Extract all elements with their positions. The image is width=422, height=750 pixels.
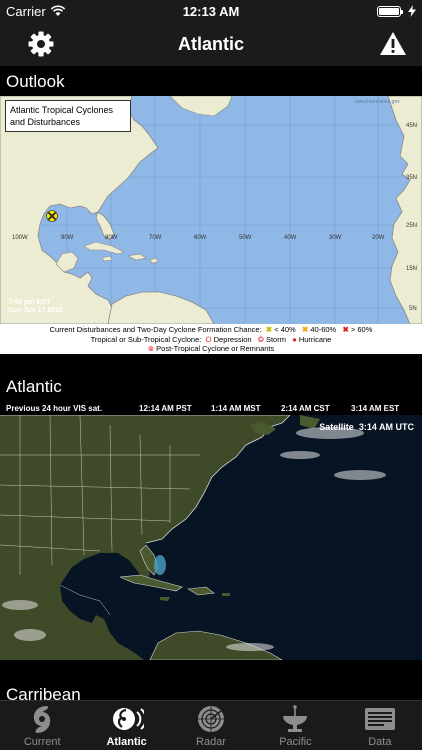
- lat-label-45n: 45N: [406, 123, 417, 129]
- svg-text:90W: 90W: [61, 235, 74, 241]
- map-title-box: Atlantic Tropical Cyclones and Disturban…: [5, 100, 131, 132]
- satellite-time-cst: 2:14 AM CST: [281, 403, 330, 413]
- tab-atlantic[interactable]: Atlantic: [84, 701, 168, 750]
- status-time: 12:13 AM: [182, 3, 240, 19]
- tab-data-label: Data: [368, 736, 392, 748]
- svg-text:20W: 20W: [372, 235, 385, 241]
- battery-icon: [377, 5, 403, 17]
- tab-data[interactable]: Data: [338, 701, 422, 750]
- tab-current[interactable]: Current: [0, 701, 84, 750]
- hurricane-icon: [34, 706, 51, 733]
- lat-label-5n: 5N: [409, 306, 417, 312]
- settings-button[interactable]: [26, 29, 56, 59]
- map-title-line1: Atlantic Tropical Cyclones: [10, 105, 114, 115]
- satellite-time-est: 3:14 AM EST: [351, 403, 400, 413]
- map-stamp-date: Sun Jun 17 2018: [8, 307, 63, 314]
- satellite-time-label: Satellite 3:14 AM UTC: [319, 422, 414, 432]
- legend-high-text: > 60%: [350, 325, 373, 334]
- data-card-icon: [364, 708, 395, 730]
- svg-text:100W: 100W: [12, 235, 28, 241]
- tab-pacific[interactable]: Pacific: [253, 701, 337, 750]
- legend-high-icon: ✖: [342, 325, 349, 334]
- legend-low-text: < 40%: [274, 325, 296, 334]
- legend-line-3: ⊗ Post-Tropical Cyclone or Remnants: [0, 344, 422, 354]
- map-title-line2: and Disturbances: [10, 117, 81, 127]
- section-header-atlantic: Atlantic: [0, 371, 422, 401]
- map-stamp-time: 7:48 pm EDT: [8, 299, 51, 306]
- radar-icon: [198, 706, 225, 732]
- legend-mid-icon: ✖: [301, 325, 309, 334]
- page-title: Atlantic: [177, 33, 244, 54]
- legend-storm-text: Storm: [265, 334, 286, 344]
- tab-radar[interactable]: Radar: [169, 701, 253, 750]
- satellite-caption-strip: Previous 24 hour VIS sat. 12:14 AM PST 1…: [0, 401, 422, 415]
- legend-formation-label: Current Disturbances and Two-Day Cyclone…: [49, 325, 262, 334]
- satellite-caption: Previous 24 hour VIS sat.: [6, 403, 103, 413]
- svg-text:50W: 50W: [239, 235, 252, 241]
- lat-label-25n: 25N: [406, 223, 417, 229]
- charging-bolt-icon: [408, 5, 416, 17]
- outlook-map[interactable]: 45N 35N 25N 15N 5N 100W 90W 80W 70W 60W …: [0, 96, 422, 354]
- svg-text:30W: 30W: [329, 235, 342, 241]
- wifi-icon: [50, 5, 65, 16]
- satellite-map[interactable]: Satellite 3:14 AM UTC: [0, 415, 422, 660]
- satellite-time-mst: 1:14 AM MST: [211, 403, 261, 413]
- satellite-time-pst: 12:14 AM PST: [139, 403, 192, 413]
- legend-cyclone-label: Tropical or Sub-Tropical Cyclone:: [90, 334, 202, 344]
- disturbance-marker-low: [46, 210, 58, 222]
- status-left: Carrier: [6, 4, 156, 19]
- legend-mid-text: 40-60%: [310, 325, 337, 334]
- nav-bar: Atlantic: [0, 22, 422, 66]
- depression-icon: ⭘: [205, 334, 212, 344]
- warning-icon: [380, 32, 406, 55]
- map-timestamp: 7:48 pm EDT Sun Jun 17 2018: [8, 299, 63, 315]
- status-bar: Carrier 12:13 AM: [0, 0, 422, 22]
- svg-text:70W: 70W: [149, 235, 162, 241]
- svg-text:80W: 80W: [105, 235, 118, 241]
- tab-atlantic-label: Atlantic: [106, 736, 147, 748]
- tab-bar: Current Atlantic Radar Pacific Data: [0, 700, 422, 750]
- map-legend: Current Disturbances and Two-Day Cyclone…: [0, 324, 422, 354]
- carrier-label: Carrier: [6, 3, 46, 19]
- section-header-outlook: Outlook: [0, 66, 422, 96]
- satellite-map-graphic: [0, 415, 386, 660]
- svg-text:60W: 60W: [194, 235, 207, 241]
- tab-current-label: Current: [23, 736, 61, 748]
- atlantic-storm-icon: [112, 708, 144, 730]
- lat-label-15n: 15N: [406, 266, 417, 272]
- lat-label-35n: 35N: [406, 175, 417, 181]
- legend-line-1: Current Disturbances and Two-Day Cyclone…: [0, 325, 422, 335]
- legend-line-2: Tropical or Sub-Tropical Cyclone: ⭘ Depr…: [0, 335, 422, 345]
- legend-post-text: Post-Tropical Cyclone or Remnants: [156, 344, 275, 353]
- satellite-dish-icon: [283, 705, 308, 732]
- alerts-button[interactable]: [378, 29, 408, 59]
- post-tropical-icon: ⊗: [147, 344, 155, 353]
- legend-depression-text: Depression: [213, 334, 252, 344]
- status-right: [266, 5, 416, 17]
- storm-icon: ◎: [257, 334, 264, 344]
- tab-radar-label: Radar: [196, 736, 226, 748]
- hurricane-legend-icon: ●: [292, 334, 297, 344]
- legend-low-icon: ✖: [265, 325, 273, 334]
- legend-hurricane-text: Hurricane: [298, 334, 332, 344]
- tab-pacific-label: Pacific: [279, 736, 312, 748]
- svg-text:40W: 40W: [284, 235, 297, 241]
- gear-icon: [28, 31, 54, 57]
- map-watermark: www.hurricanes.gov: [355, 99, 400, 105]
